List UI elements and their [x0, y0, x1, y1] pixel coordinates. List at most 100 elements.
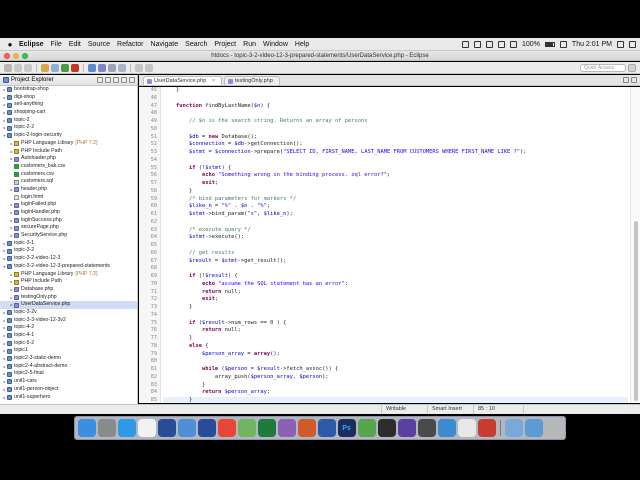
search-icon[interactable]: [118, 63, 126, 72]
tree-item[interactable]: login.html: [0, 194, 137, 202]
tree-item[interactable]: ▸ header.php: [0, 186, 137, 194]
code-line[interactable]: }: [163, 87, 628, 95]
code-line[interactable]: function findByLastName($n) {: [163, 103, 628, 111]
tree-item[interactable]: ▸ Database.php: [0, 286, 137, 294]
tab-testingonly[interactable]: testingOnly.php: [224, 76, 280, 85]
code-line[interactable]: echo "assume the SQL statement has an er…: [163, 281, 628, 289]
tree-item[interactable]: ▸ shopping-cart: [0, 109, 137, 117]
console-icon[interactable]: [417, 419, 436, 437]
powerpoint-icon[interactable]: [297, 419, 316, 437]
code-line[interactable]: }: [163, 188, 628, 196]
tree-item[interactable]: ▸ unit1-cars: [0, 378, 137, 386]
code-line[interactable]: array_push($person_array, $person);: [163, 374, 628, 382]
tree-item[interactable]: ▸ topic-3-2v: [0, 309, 137, 317]
spotlight-icon[interactable]: [617, 41, 624, 48]
tree-item[interactable]: ▸ topic-2: [0, 117, 137, 125]
code-line[interactable]: if (!$stmt) {: [163, 165, 628, 173]
code-line[interactable]: else {: [163, 343, 628, 351]
code-line[interactable]: exit;: [163, 296, 628, 304]
tree-item[interactable]: ▸ topic-3-3-video-12-3v2: [0, 317, 137, 325]
code-line[interactable]: }: [163, 304, 628, 312]
minimize-view-icon[interactable]: [121, 77, 127, 83]
code-line[interactable]: [163, 95, 628, 103]
tree-item[interactable]: ▸ sell-anything: [0, 101, 137, 109]
code-editor[interactable]: 45 46 47 48 49 50 51 52 53 54 55 56 57 58 59 60 61 62 63 64…: [139, 87, 640, 403]
menu-project[interactable]: Project: [214, 41, 236, 48]
downloads-icon[interactable]: [524, 419, 543, 437]
tree-item[interactable]: ▸ securePage.php: [0, 224, 137, 232]
safari-icon[interactable]: [117, 419, 136, 437]
status-menu-icon[interactable]: [462, 41, 470, 48]
calendar-icon[interactable]: [137, 419, 156, 437]
flag-app-icon[interactable]: [197, 419, 216, 437]
maximize-view-icon[interactable]: [129, 77, 135, 83]
debug-icon[interactable]: [51, 63, 59, 72]
photoshop-icon[interactable]: Ps: [337, 419, 356, 437]
tree-item[interactable]: customers_bak.csv: [0, 163, 137, 171]
tree-item[interactable]: ▾ topic-2-login-security: [0, 132, 137, 140]
run-icon[interactable]: [61, 63, 69, 72]
tree-item[interactable]: ▸ topic-5-2: [0, 340, 137, 348]
collapse-all-icon[interactable]: [97, 77, 103, 83]
code-line[interactable]: }: [163, 335, 628, 343]
chat-icon[interactable]: [357, 419, 376, 437]
tree-item[interactable]: ▸ digi-shop: [0, 94, 137, 102]
project-explorer-title[interactable]: Project Explorer: [11, 75, 54, 86]
tree-item[interactable]: ▸ topic-3-2: [0, 247, 137, 255]
code-line[interactable]: return null;: [163, 289, 628, 297]
code-line[interactable]: // get results: [163, 250, 628, 258]
bluetooth-icon[interactable]: [486, 41, 494, 48]
tree-item[interactable]: ▸ topic-3-1: [0, 240, 137, 248]
tree-item[interactable]: ▸ topic-2-2: [0, 124, 137, 132]
tree-item[interactable]: ▸ topic1: [0, 347, 137, 355]
tree-item[interactable]: customers.sql: [0, 178, 137, 186]
tree-item[interactable]: ▸ PHP Include Path: [0, 148, 137, 156]
save-all-icon[interactable]: [24, 63, 32, 72]
tree-item[interactable]: ▸ loginSuccess.php: [0, 217, 137, 225]
new-php-project-icon[interactable]: [88, 63, 96, 72]
code-line[interactable]: return $person_array;: [163, 389, 628, 397]
code-line[interactable]: $person_array = array();: [163, 351, 628, 359]
code-line[interactable]: while ($person = $result->fetch_assoc())…: [163, 366, 628, 374]
battery-percent[interactable]: 100%: [522, 41, 540, 48]
trash-icon[interactable]: [544, 419, 563, 437]
tree-item[interactable]: ▸ testingOnly.php: [0, 294, 137, 302]
tree-item[interactable]: ▸ topic2-4-abstract-demo: [0, 363, 137, 371]
forward-icon[interactable]: [145, 63, 153, 72]
code-line[interactable]: exit;: [163, 180, 628, 188]
code-line[interactable]: $stmt = $connection->prepare("SELECT ID,…: [163, 149, 628, 157]
menu-search[interactable]: Search: [185, 41, 207, 48]
menu-source[interactable]: Source: [88, 41, 110, 48]
open-type-icon[interactable]: [108, 63, 116, 72]
notification-center-icon[interactable]: [629, 41, 636, 48]
tools-icon[interactable]: [277, 419, 296, 437]
excel-icon[interactable]: [257, 419, 276, 437]
code-line[interactable]: [163, 358, 628, 366]
code-line[interactable]: /* execute query */: [163, 227, 628, 235]
menu-help[interactable]: Help: [295, 41, 309, 48]
code-line[interactable]: [163, 312, 628, 320]
battery-icon[interactable]: [544, 42, 555, 47]
code-line[interactable]: if (!$result) {: [163, 273, 628, 281]
back-icon[interactable]: [135, 63, 143, 72]
tree-item[interactable]: ▸ unit1-person-object: [0, 386, 137, 394]
new-icon[interactable]: [4, 63, 12, 72]
view-menu-icon[interactable]: [113, 77, 119, 83]
text-editor-icon[interactable]: [457, 419, 476, 437]
code-line[interactable]: $stmt->execute();: [163, 234, 628, 242]
apple-icon[interactable]: ●: [6, 40, 14, 49]
code-line[interactable]: }: [163, 397, 628, 403]
tree-item[interactable]: ▸ topic2-5-final: [0, 370, 137, 378]
tree-item[interactable]: ▸ loginHandler.php: [0, 209, 137, 217]
launchpad-icon[interactable]: [97, 419, 116, 437]
code-line[interactable]: $result = $stmt->get_result();: [163, 258, 628, 266]
tree-item[interactable]: ▸ PHP Language Library [PHP 7.2]: [0, 271, 137, 279]
tree-item[interactable]: ▸ PHP Include Path: [0, 278, 137, 286]
chrome-icon[interactable]: [217, 419, 236, 437]
code-line[interactable]: [163, 219, 628, 227]
build-icon[interactable]: [41, 63, 49, 72]
save-icon[interactable]: [14, 63, 22, 72]
tree-item[interactable]: ▸ SecurityService.php: [0, 232, 137, 240]
preview-icon[interactable]: [437, 419, 456, 437]
wifi-icon[interactable]: [498, 41, 506, 48]
